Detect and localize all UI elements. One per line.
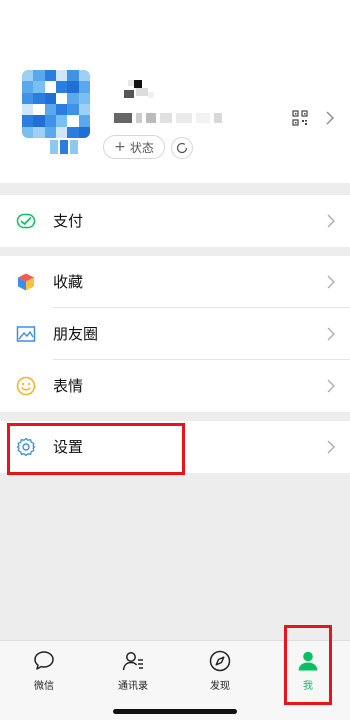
tab-chats[interactable]: 微信 <box>14 649 74 693</box>
avatar-pixel <box>33 126 45 138</box>
home-indicator[interactable] <box>113 709 237 714</box>
avatar-pixel <box>78 103 90 116</box>
menu-item-moments[interactable]: 朋友圈 <box>0 308 350 360</box>
me-tab-highlight-annotation <box>284 625 332 705</box>
avatar-pixel <box>33 103 45 116</box>
avatar-pixel <box>78 126 90 138</box>
avatar-pixel <box>67 81 79 93</box>
menu-item-label: 收藏 <box>53 273 84 291</box>
avatar-pixel <box>44 115 56 127</box>
chevron-right-icon <box>327 440 335 454</box>
moments-picture-icon <box>16 326 36 342</box>
avatar-pixel <box>67 126 79 138</box>
avatar-pixel <box>44 126 56 138</box>
avatar-pixel <box>44 81 56 93</box>
smiley-icon <box>16 376 36 396</box>
avatar-pixel <box>55 126 68 138</box>
menu-item-stickers[interactable]: 表情 <box>0 360 350 412</box>
menu-group-content: 收藏 朋友圈 表情 <box>0 256 350 412</box>
menu-item-label: 表情 <box>53 377 84 395</box>
avatar-pixel <box>44 92 56 104</box>
avatar-pixel <box>33 81 45 93</box>
avatar-pixel <box>67 103 79 116</box>
avatar-pixel <box>33 115 45 127</box>
avatar-pixel <box>55 103 68 116</box>
avatar-pixel <box>22 103 34 116</box>
chevron-right-icon[interactable] <box>324 110 336 126</box>
avatar-pixel <box>78 115 90 127</box>
avatar-pixel-tail <box>50 140 78 154</box>
tab-label: 通讯录 <box>118 681 148 692</box>
tab-label: 微信 <box>34 681 54 692</box>
avatar-pixel <box>67 115 79 127</box>
avatar-pixel <box>67 70 79 82</box>
avatar-pixel <box>22 81 34 93</box>
favorites-cube-icon <box>18 273 34 291</box>
tab-contacts[interactable]: 通讯录 <box>103 649 163 693</box>
avatar-pixel <box>78 81 90 93</box>
plus-icon: + <box>114 139 126 155</box>
menu-item-label: 朋友圈 <box>53 325 99 343</box>
avatar-pixel <box>33 70 45 82</box>
qr-code-icon[interactable] <box>292 110 308 126</box>
status-label: 状态 <box>129 140 154 155</box>
avatar-pixel <box>22 70 34 82</box>
chevron-right-icon <box>327 327 335 341</box>
menu-item-pay[interactable]: 支付 <box>0 195 350 247</box>
wechat-id-blurred <box>114 112 240 124</box>
avatar-pixel <box>55 115 68 127</box>
avatar-pixel <box>55 70 68 82</box>
avatar-pixel <box>22 126 34 138</box>
chevron-right-icon <box>327 379 335 393</box>
avatar-pixel <box>67 92 79 104</box>
menu-item-favorites[interactable]: 收藏 <box>0 256 350 308</box>
chat-bubble-icon <box>34 651 54 670</box>
tab-discover[interactable]: 发现 <box>190 649 250 693</box>
avatar-pixel <box>55 81 68 93</box>
avatar[interactable] <box>22 70 90 138</box>
compass-icon <box>209 650 231 672</box>
circle-status-icon <box>176 142 188 154</box>
avatar-pixel <box>44 103 56 116</box>
settings-highlight-annotation <box>7 423 185 475</box>
menu-item-label: 支付 <box>53 212 84 230</box>
avatar-pixel <box>44 70 56 82</box>
contacts-icon <box>122 652 143 671</box>
pay-wallet-icon <box>16 213 36 229</box>
chevron-right-icon <box>327 275 335 289</box>
avatar-pixel <box>78 70 90 82</box>
avatar-pixel <box>22 115 34 127</box>
avatar-pixel <box>22 92 34 104</box>
avatar-pixel <box>55 92 68 104</box>
avatar-pixel <box>33 92 45 104</box>
profile-header[interactable]: + 状态 <box>0 0 350 183</box>
chevron-right-icon <box>327 214 335 228</box>
nickname-blurred <box>114 78 158 100</box>
add-status-button[interactable]: + 状态 <box>103 135 165 159</box>
tab-label: 发现 <box>210 681 230 692</box>
menu-group-pay: 支付 <box>0 195 350 247</box>
avatar-pixel <box>78 92 90 104</box>
status-ring-button[interactable] <box>171 137 193 159</box>
